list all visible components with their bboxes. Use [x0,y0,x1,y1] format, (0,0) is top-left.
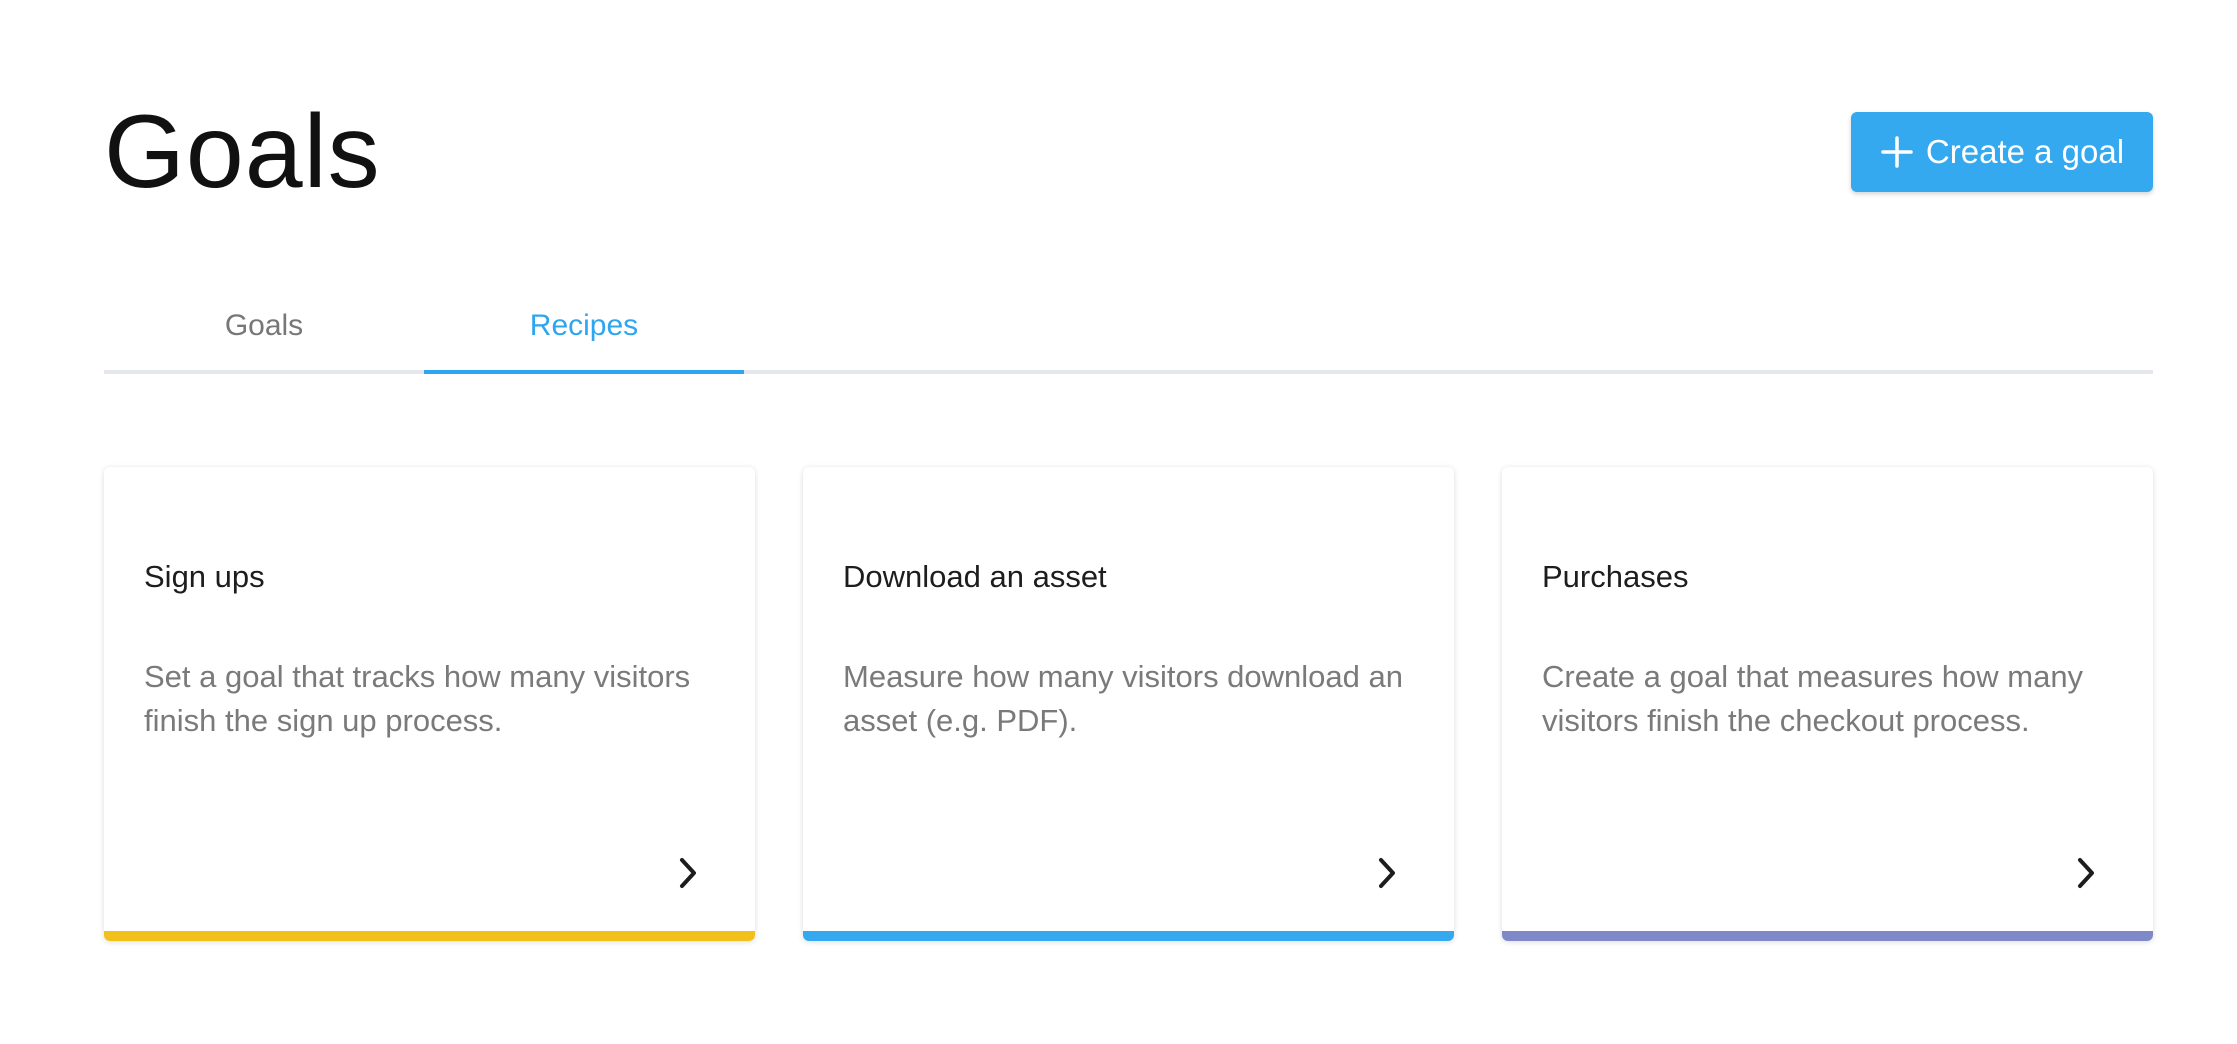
card-accent-bar [1502,931,2153,941]
chevron-right-icon[interactable] [1374,855,1402,891]
card-title: Download an asset [843,559,1107,594]
card-description: Set a goal that tracks how many visitors… [144,659,691,738]
tab-bar: Goals Recipes [104,282,2153,374]
tab-recipes[interactable]: Recipes [424,282,744,374]
goals-page: Goals Create a goal Goals Recipes Sign u… [0,0,2237,1044]
card-title: Purchases [1542,559,1689,594]
create-goal-label: Create a goal [1925,133,2125,170]
chevron-right-icon[interactable] [675,855,703,891]
recipe-card-purchases[interactable]: Purchases Create a goal that measures ho… [1502,467,2153,941]
create-goal-button[interactable]: Create a goal [1851,112,2153,192]
card-accent-bar [803,931,1454,941]
card-description: Measure how many visitors download an as… [843,659,1403,738]
card-description: Create a goal that measures how many vis… [1542,659,2084,738]
page-title: Goals [104,94,381,210]
chevron-right-icon[interactable] [2073,855,2101,891]
recipe-card-download-asset[interactable]: Download an asset Measure how many visit… [803,467,1454,941]
tab-goals[interactable]: Goals [104,282,424,370]
plus-icon [1880,135,1914,169]
card-title: Sign ups [144,559,265,594]
recipe-card-sign-ups[interactable]: Sign ups Set a goal that tracks how many… [104,467,755,941]
card-accent-bar [104,931,755,941]
